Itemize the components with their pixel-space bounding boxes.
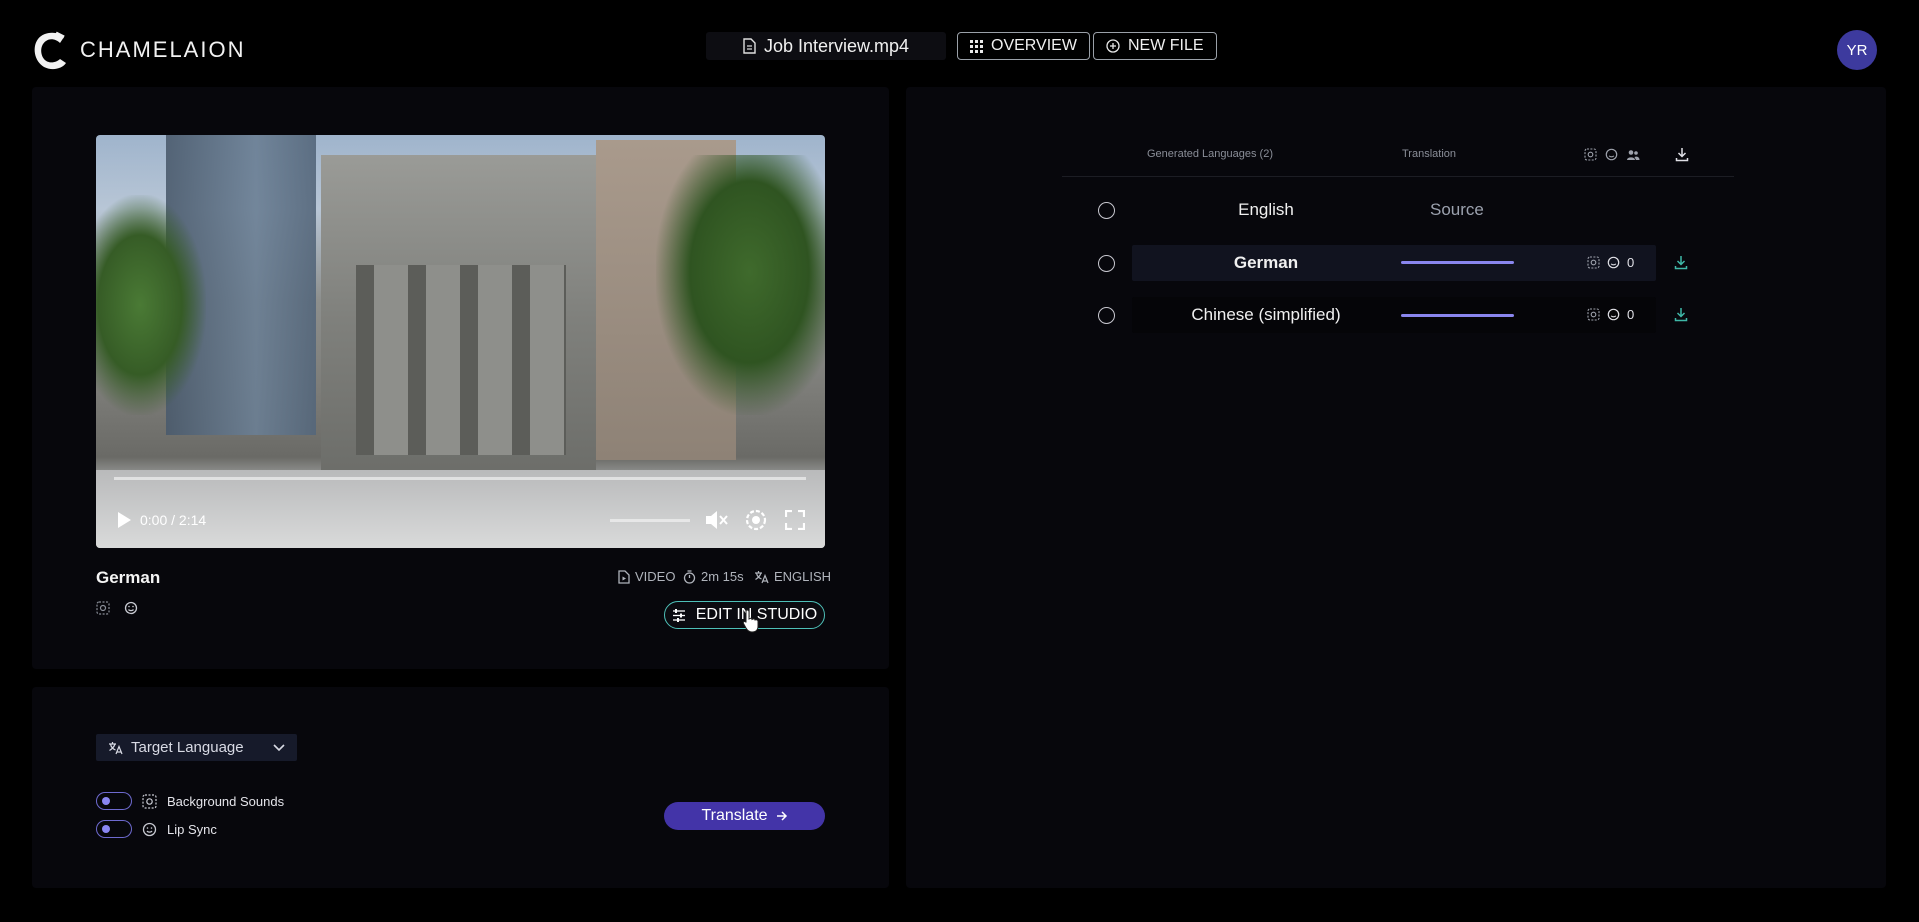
translate-icon (109, 741, 123, 754)
row-chinese-feature-icons: 0 (1587, 307, 1634, 322)
download-all-icon[interactable] (1675, 147, 1689, 162)
row-chinese-radio[interactable] (1098, 307, 1115, 324)
arrow-right-icon (776, 811, 787, 821)
row-chinese-language: Chinese (simplified) (1191, 305, 1341, 324)
mouse-cursor-icon (742, 609, 759, 633)
target-language-label: Target Language (131, 739, 244, 756)
row-german-feature-icons: 0 (1587, 255, 1634, 270)
video-scene-tree-right (656, 155, 825, 415)
row-german-count: 0 (1627, 255, 1635, 270)
video-player[interactable]: 0:00 / 2:14 (96, 135, 825, 548)
feature-icons (96, 601, 138, 615)
volume-slider[interactable] (610, 519, 690, 522)
video-file-icon (618, 569, 630, 584)
document-icon (743, 38, 756, 54)
stopwatch-icon (683, 569, 696, 584)
lip-sync-icon (1607, 308, 1620, 321)
fullscreen-icon[interactable] (785, 510, 805, 530)
row-german-progress-bar (1401, 261, 1514, 264)
meta-language-label: ENGLISH (774, 569, 832, 584)
lip-sync-toggle[interactable] (96, 820, 132, 838)
row-chinese-download-icon[interactable] (1674, 307, 1688, 322)
speakers-icon (1627, 149, 1640, 160)
chameleon-logo-icon (34, 31, 66, 70)
overview-button[interactable]: OVERVIEW (957, 32, 1090, 60)
background-sounds-setting: Background Sounds (96, 792, 284, 810)
header-generated-languages: Generated Languages (2) (1147, 148, 1273, 160)
header-feature-icons (1584, 148, 1640, 161)
new-file-button[interactable]: NEW FILE (1093, 32, 1217, 60)
target-language-dropdown[interactable]: Target Language (96, 734, 297, 761)
background-sounds-icon (1587, 308, 1600, 321)
video-time: 0:00 / 2:14 (140, 512, 207, 528)
meta-duration-label: 2m 15s (701, 569, 744, 584)
chevron-down-icon (273, 743, 285, 751)
new-file-label: NEW FILE (1128, 37, 1204, 54)
meta-type: VIDEO (618, 569, 675, 584)
video-scene-tree-left (96, 195, 206, 415)
row-german-language: German (1233, 253, 1299, 272)
translate-icon (755, 570, 769, 583)
meta-language: ENGLISH (754, 569, 831, 584)
brand-logo[interactable]: CHAMELAION (30, 28, 245, 72)
file-name: Job Interview.mp4 (763, 35, 910, 56)
volume-muted-icon[interactable] (704, 509, 728, 531)
avatar-initials: YR (1846, 41, 1868, 59)
background-sounds-label: Background Sounds (167, 793, 285, 809)
background-sounds-toggle[interactable] (96, 792, 132, 810)
background-sounds-icon (1584, 148, 1597, 161)
overview-label: OVERVIEW (991, 37, 1077, 54)
plus-circle-icon (1106, 39, 1120, 53)
row-chinese-count: 0 (1627, 307, 1635, 322)
background-sounds-icon (142, 793, 157, 809)
grid-icon (970, 39, 983, 53)
settings-panel (32, 687, 889, 888)
background-sounds-icon (1587, 256, 1600, 269)
video-progress-bar[interactable] (114, 477, 806, 480)
meta-type-label: VIDEO (635, 569, 676, 584)
file-name-chip[interactable]: Job Interview.mp4 (706, 32, 946, 60)
user-avatar[interactable]: YR (1837, 30, 1877, 70)
selected-language-title: German (96, 568, 161, 587)
lip-sync-label: Lip Sync (167, 821, 217, 837)
row-english-radio[interactable] (1098, 202, 1115, 219)
lip-sync-icon (142, 822, 157, 836)
row-german-download-icon[interactable] (1674, 255, 1688, 270)
meta-duration: 2m 15s (683, 569, 744, 584)
lip-sync-setting: Lip Sync (96, 820, 217, 838)
translate-label: Translate (701, 807, 768, 824)
row-german-radio[interactable] (1098, 255, 1115, 272)
row-english-source-label: Source (1430, 200, 1484, 219)
lip-sync-icon (124, 601, 138, 615)
video-scene-building-columns (356, 265, 566, 455)
play-icon[interactable] (116, 511, 132, 529)
header-translation: Translation (1402, 148, 1457, 160)
lip-sync-icon (1607, 256, 1620, 269)
brand-name: CHAMELAION (80, 37, 246, 62)
row-english-language: English (1238, 200, 1294, 219)
languages-panel (906, 87, 1886, 888)
row-chinese-progress-bar (1401, 314, 1514, 317)
settings-icon[interactable] (745, 509, 767, 531)
sliders-icon (672, 608, 685, 622)
translate-button[interactable]: Translate (664, 802, 825, 830)
background-sounds-icon (96, 601, 110, 615)
lip-sync-icon (1605, 148, 1618, 161)
header-divider (1062, 176, 1734, 177)
